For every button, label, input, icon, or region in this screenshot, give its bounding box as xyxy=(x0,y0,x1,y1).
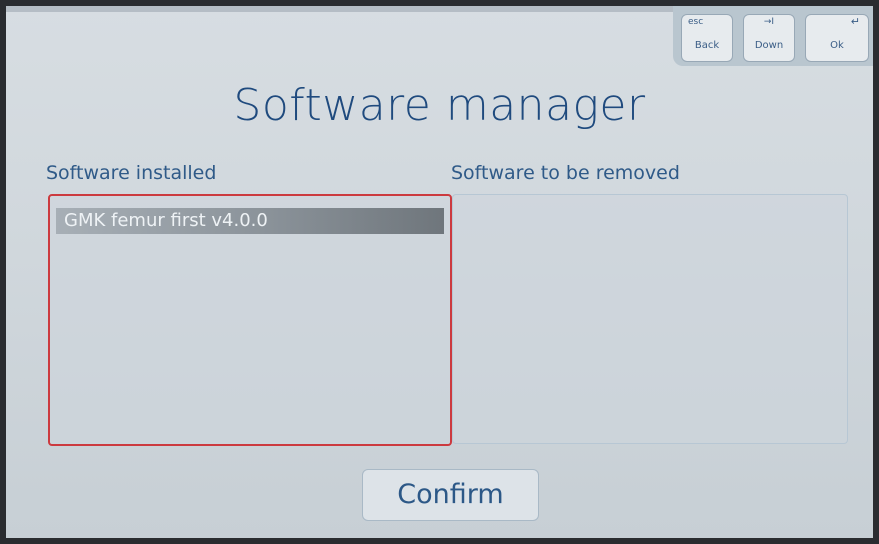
back-button[interactable]: esc Back xyxy=(681,14,733,62)
down-button-label: Down xyxy=(754,40,784,51)
page-title: Software manager xyxy=(233,80,646,131)
ok-button[interactable]: ↵ Ok xyxy=(805,14,869,62)
remove-list-label: Software to be removed xyxy=(451,162,680,184)
softkey-panel: esc Back →I Down ↵ Ok xyxy=(673,6,873,66)
down-button[interactable]: →I Down xyxy=(743,14,795,62)
ok-button-label: Ok xyxy=(830,40,844,51)
installed-software-list[interactable]: GMK femur first v4.0.0 xyxy=(48,194,452,446)
software-manager-screen: esc Back →I Down ↵ Ok Software manager S… xyxy=(6,6,873,538)
software-to-remove-list[interactable] xyxy=(452,194,848,444)
enter-key-icon: ↵ xyxy=(850,15,860,28)
confirm-button[interactable]: Confirm xyxy=(362,469,539,521)
installed-list-label: Software installed xyxy=(46,162,217,184)
tab-arrow-icon: →I xyxy=(763,17,775,27)
esc-key-icon: esc xyxy=(688,17,704,27)
back-button-label: Back xyxy=(694,40,720,51)
list-item[interactable]: GMK femur first v4.0.0 xyxy=(56,208,444,234)
